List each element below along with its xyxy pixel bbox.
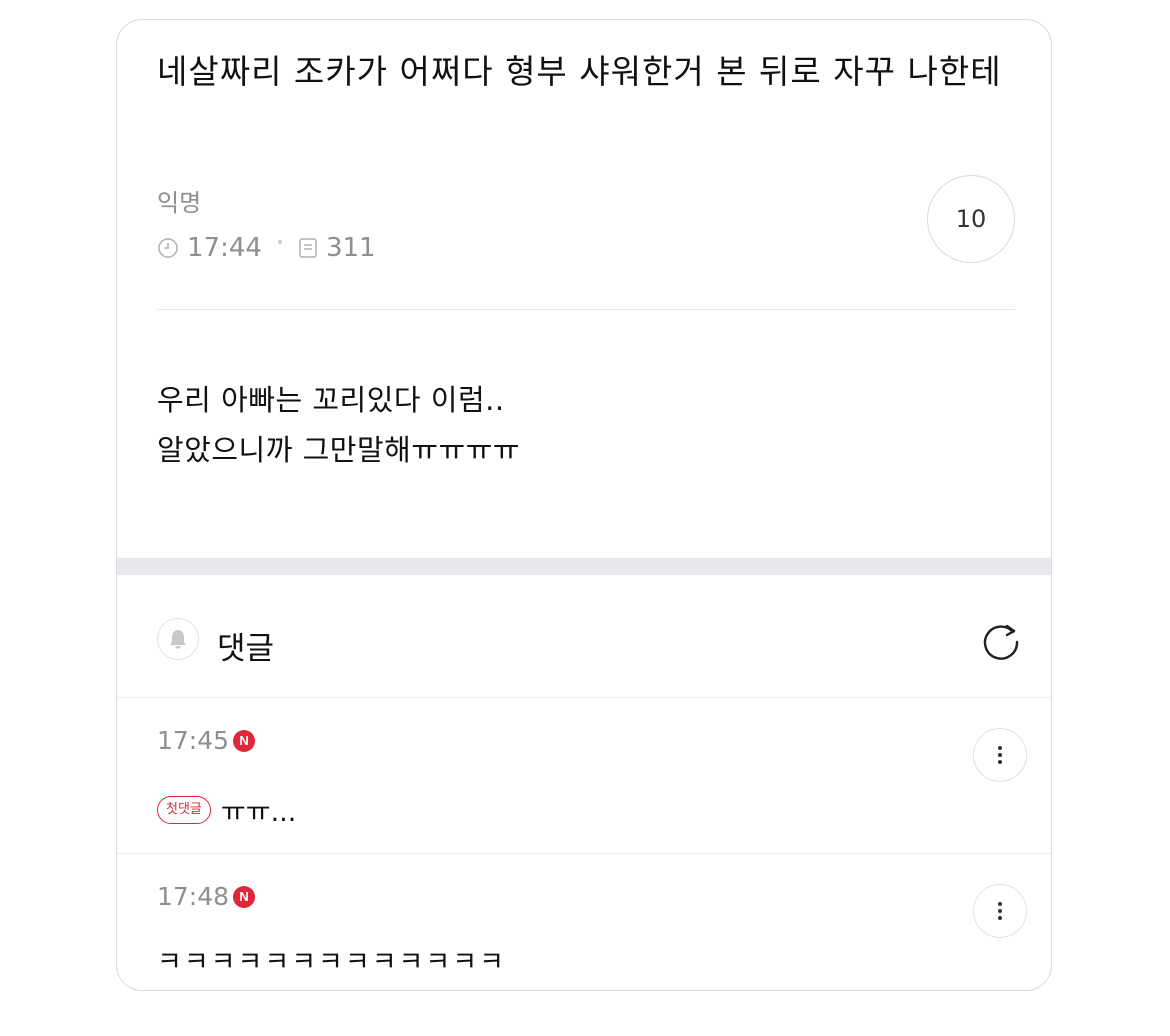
new-badge: N bbox=[233, 885, 256, 908]
comment-time: 17:48 bbox=[157, 882, 230, 911]
more-vertical-icon[interactable] bbox=[973, 728, 1027, 782]
post-title: 네살짜리 조카가 어쩌다 형부 샤워한거 본 뒤로 자꾸 나한테 bbox=[157, 52, 1002, 91]
comment-item: 17:48 N ㅋㅋㅋㅋㅋㅋㅋㅋㅋㅋㅋㅋㅋ bbox=[117, 854, 1051, 990]
comment-body: 첫댓글 ㅠㅠ... bbox=[157, 790, 296, 829]
comment-time-row: 17:45 N bbox=[157, 726, 256, 755]
comment-time: 17:45 bbox=[157, 726, 230, 755]
comment-count-button[interactable]: 10 bbox=[927, 175, 1015, 263]
comment-body: ㅋㅋㅋㅋㅋㅋㅋㅋㅋㅋㅋㅋㅋ bbox=[157, 940, 506, 979]
refresh-icon[interactable] bbox=[977, 618, 1025, 666]
separator-dot bbox=[277, 240, 282, 244]
post-card: 네살짜리 조카가 어쩌다 형부 샤워한거 본 뒤로 자꾸 나한테 익명 17:4… bbox=[116, 19, 1052, 991]
author-name: 익명 bbox=[157, 189, 202, 217]
more-vertical-icon[interactable] bbox=[973, 884, 1027, 938]
section-separator bbox=[117, 558, 1051, 575]
post-meta: 17:44 311 bbox=[157, 230, 376, 266]
comment-item: 17:45 N 첫댓글 ㅠㅠ... bbox=[117, 698, 1051, 854]
bell-icon[interactable] bbox=[157, 618, 199, 660]
post-body-line: 알았으니까 그만말해ㅠㅠㅠㅠ bbox=[157, 433, 521, 467]
comments-header: 댓글 bbox=[117, 575, 1051, 698]
comment-time-row: 17:48 N bbox=[157, 882, 256, 911]
post-time: 17:44 bbox=[187, 233, 262, 263]
comment-text: ㅠㅠ... bbox=[220, 797, 297, 828]
post-body: 우리 아빠는 꼬리있다 이럼.. 알았으니까 그만말해ㅠㅠㅠㅠ bbox=[157, 375, 520, 475]
post-body-line: 우리 아빠는 꼬리있다 이럼.. bbox=[157, 383, 505, 417]
comment-text: ㅋㅋㅋㅋㅋㅋㅋㅋㅋㅋㅋㅋㅋ bbox=[157, 947, 506, 978]
new-badge: N bbox=[233, 729, 256, 752]
divider bbox=[157, 309, 1015, 310]
document-icon bbox=[298, 237, 318, 259]
clock-icon bbox=[157, 237, 179, 259]
view-count: 311 bbox=[325, 233, 376, 263]
comments-title: 댓글 bbox=[217, 631, 275, 667]
first-comment-badge: 첫댓글 bbox=[157, 795, 211, 824]
